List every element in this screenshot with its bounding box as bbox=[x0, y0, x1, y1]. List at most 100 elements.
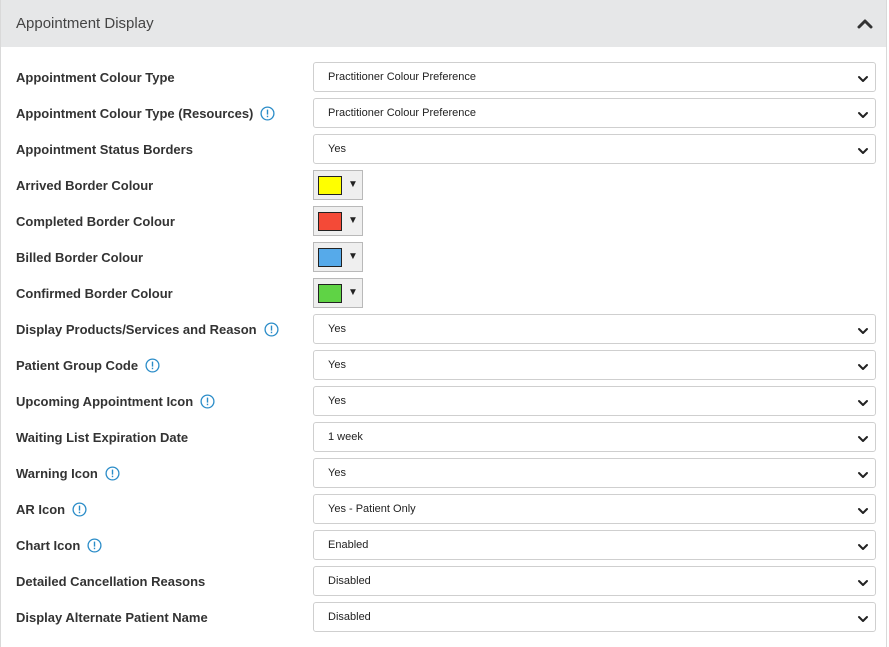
setting-label: Appointment Colour Type bbox=[16, 69, 175, 85]
setting-label-wrap: Detailed Cancellation Reasons bbox=[16, 566, 205, 596]
chevron-down-icon bbox=[857, 432, 869, 444]
setting-label: AR Icon bbox=[16, 501, 66, 517]
setting-label-wrap: Appointment Colour Type bbox=[16, 62, 175, 92]
info-icon[interactable] bbox=[105, 465, 120, 481]
panel-title: Appointment Display bbox=[16, 15, 154, 32]
setting-label: Arrived Border Colour bbox=[16, 177, 154, 193]
appointment-colour-type-resources-select[interactable]: Practitioner Colour Preference bbox=[313, 98, 876, 128]
select-value: Yes - Patient Only bbox=[328, 503, 416, 515]
upcoming-appointment-icon-select[interactable]: Yes bbox=[313, 386, 876, 416]
setting-label: Completed Border Colour bbox=[16, 213, 175, 229]
select-value: Disabled bbox=[328, 611, 371, 623]
setting-label: Waiting List Expiration Date bbox=[16, 429, 189, 445]
setting-label-wrap: Warning Icon bbox=[16, 458, 120, 488]
dropdown-arrow-icon: ▼ bbox=[348, 251, 358, 262]
setting-row-display-alternate-patient-name: Display Alternate Patient Name Disabled bbox=[1, 602, 886, 638]
setting-label-wrap: Appointment Colour Type (Resources) bbox=[16, 98, 275, 128]
arrived-border-colour-picker[interactable]: ▼ bbox=[313, 170, 363, 200]
setting-label: Warning Icon bbox=[16, 465, 98, 481]
setting-row-confirmed-border-colour: Confirmed Border Colour ▼ bbox=[1, 278, 886, 314]
setting-row-completed-border-colour: Completed Border Colour ▼ bbox=[1, 206, 886, 242]
color-swatch bbox=[318, 283, 342, 303]
setting-row-appointment-colour-type: Appointment Colour Type Practitioner Colo… bbox=[1, 62, 886, 98]
chevron-down-icon bbox=[857, 612, 869, 624]
setting-label: Appointment Status Borders bbox=[16, 141, 193, 157]
select-value: Yes bbox=[328, 323, 346, 335]
setting-label-wrap: Chart Icon bbox=[16, 530, 102, 560]
detailed-cancellation-reasons-select[interactable]: Disabled bbox=[313, 566, 876, 596]
select-value: Yes bbox=[328, 395, 346, 407]
setting-label: Appointment Colour Type (Resources) bbox=[16, 105, 254, 121]
setting-label-wrap: Waiting List Expiration Date bbox=[16, 422, 188, 452]
appointment-colour-type-select[interactable]: Practitioner Colour Preference bbox=[313, 62, 876, 92]
completed-border-colour-picker[interactable]: ▼ bbox=[313, 206, 363, 236]
warning-icon-select[interactable]: Yes bbox=[313, 458, 876, 488]
settings-list: Appointment Colour Type Practitioner Colo… bbox=[1, 47, 886, 638]
chevron-down-icon bbox=[857, 108, 869, 120]
chevron-down-icon bbox=[857, 324, 869, 336]
setting-row-patient-group-code: Patient Group Code Yes bbox=[1, 350, 886, 386]
chart-icon-select[interactable]: Enabled bbox=[313, 530, 876, 560]
setting-row-ar-icon: AR Icon Yes - Patient Only bbox=[1, 494, 886, 530]
select-value: Enabled bbox=[328, 539, 369, 551]
setting-label: Display Products/Services and Reason bbox=[16, 321, 257, 337]
chevron-down-icon bbox=[857, 360, 869, 372]
dropdown-arrow-icon: ▼ bbox=[348, 179, 358, 190]
display-products-services-and-reason-select[interactable]: Yes bbox=[313, 314, 876, 344]
info-icon[interactable] bbox=[264, 321, 279, 337]
setting-row-upcoming-appointment-icon: Upcoming Appointment Icon Yes bbox=[1, 386, 886, 422]
setting-row-waiting-list-expiration-date: Waiting List Expiration Date 1 week bbox=[1, 422, 886, 458]
setting-label-wrap: AR Icon bbox=[16, 494, 87, 524]
select-value: Practitioner Colour Preference bbox=[328, 107, 476, 119]
setting-label: Chart Icon bbox=[16, 537, 81, 553]
billed-border-colour-picker[interactable]: ▼ bbox=[313, 242, 363, 272]
setting-label-wrap: Billed Border Colour bbox=[16, 242, 143, 272]
setting-label-wrap: Arrived Border Colour bbox=[16, 170, 153, 200]
color-swatch bbox=[318, 211, 342, 231]
setting-label: Patient Group Code bbox=[16, 357, 139, 373]
info-icon[interactable] bbox=[260, 105, 275, 121]
setting-label: Upcoming Appointment Icon bbox=[16, 393, 194, 409]
info-icon[interactable] bbox=[87, 537, 102, 553]
setting-row-billed-border-colour: Billed Border Colour ▼ bbox=[1, 242, 886, 278]
setting-label: Billed Border Colour bbox=[16, 249, 144, 265]
setting-label-wrap: Upcoming Appointment Icon bbox=[16, 386, 215, 416]
chevron-up-icon[interactable] bbox=[856, 15, 874, 33]
setting-label: Detailed Cancellation Reasons bbox=[16, 573, 206, 589]
color-swatch bbox=[318, 175, 342, 195]
appointment-display-panel: Appointment Display Appointment Colour T… bbox=[0, 0, 887, 647]
setting-label-wrap: Display Products/Services and Reason bbox=[16, 314, 279, 344]
select-value: Yes bbox=[328, 359, 346, 371]
chevron-down-icon bbox=[857, 540, 869, 552]
setting-label: Confirmed Border Colour bbox=[16, 285, 173, 301]
appointment-status-borders-select[interactable]: Yes bbox=[313, 134, 876, 164]
info-icon[interactable] bbox=[145, 357, 160, 373]
color-swatch bbox=[318, 247, 342, 267]
ar-icon-select[interactable]: Yes - Patient Only bbox=[313, 494, 876, 524]
chevron-down-icon bbox=[857, 396, 869, 408]
setting-row-appointment-status-borders: Appointment Status Borders Yes bbox=[1, 134, 886, 170]
setting-row-chart-icon: Chart Icon Enabled bbox=[1, 530, 886, 566]
patient-group-code-select[interactable]: Yes bbox=[313, 350, 876, 380]
confirmed-border-colour-picker[interactable]: ▼ bbox=[313, 278, 363, 308]
panel-header[interactable]: Appointment Display bbox=[1, 0, 886, 47]
setting-row-display-products-services-and-reason: Display Products/Services and Reason Yes bbox=[1, 314, 886, 350]
info-icon[interactable] bbox=[200, 393, 215, 409]
setting-label-wrap: Display Alternate Patient Name bbox=[16, 602, 208, 632]
display-alternate-patient-name-select[interactable]: Disabled bbox=[313, 602, 876, 632]
select-value: Yes bbox=[328, 467, 346, 479]
select-value: Practitioner Colour Preference bbox=[328, 71, 476, 83]
setting-row-warning-icon: Warning Icon Yes bbox=[1, 458, 886, 494]
setting-label-wrap: Completed Border Colour bbox=[16, 206, 175, 236]
chevron-down-icon bbox=[857, 576, 869, 588]
info-icon[interactable] bbox=[72, 501, 87, 517]
waiting-list-expiration-date-select[interactable]: 1 week bbox=[313, 422, 876, 452]
chevron-down-icon bbox=[857, 72, 869, 84]
setting-row-detailed-cancellation-reasons: Detailed Cancellation Reasons Disabled bbox=[1, 566, 886, 602]
dropdown-arrow-icon: ▼ bbox=[348, 215, 358, 226]
setting-row-arrived-border-colour: Arrived Border Colour ▼ bbox=[1, 170, 886, 206]
select-value: Disabled bbox=[328, 575, 371, 587]
chevron-down-icon bbox=[857, 144, 869, 156]
select-value: 1 week bbox=[328, 431, 363, 443]
setting-row-appointment-colour-type-resources: Appointment Colour Type (Resources) Pract… bbox=[1, 98, 886, 134]
